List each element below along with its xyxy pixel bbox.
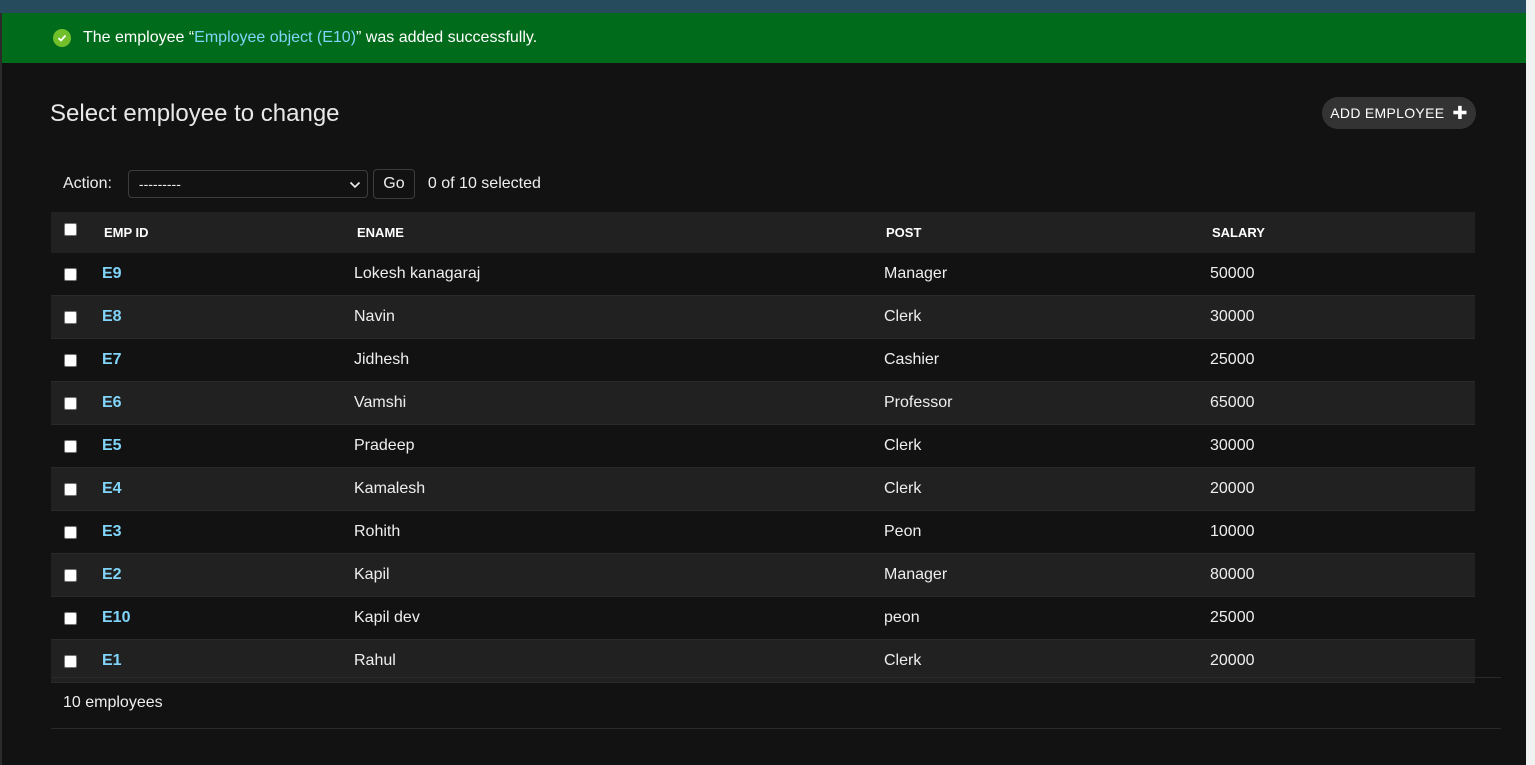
salary-cell: 30000 xyxy=(1210,308,1255,325)
column-header-emp-id[interactable]: EMP ID xyxy=(104,212,149,253)
row-checkbox[interactable] xyxy=(64,439,77,453)
salary-cell: 65000 xyxy=(1210,394,1255,411)
table-header-row: EMP ID ENAME POST SALARY xyxy=(51,212,1475,253)
emp-id-link[interactable]: E2 xyxy=(102,554,122,596)
emp-id-link[interactable]: E1 xyxy=(102,640,122,682)
go-button[interactable]: Go xyxy=(372,169,415,199)
column-header-ename[interactable]: ENAME xyxy=(357,212,404,253)
ename-cell: Navin xyxy=(354,308,395,325)
result-count: 10 employees xyxy=(63,694,163,711)
emp-id-link[interactable]: E8 xyxy=(102,296,122,338)
table-row: E6 Vamshi Professor 65000 xyxy=(51,382,1475,425)
salary-cell: 25000 xyxy=(1210,351,1255,368)
post-cell: peon xyxy=(884,609,920,626)
check-circle-icon xyxy=(53,29,71,47)
post-cell: Professor xyxy=(884,394,953,411)
post-cell: Clerk xyxy=(884,437,922,454)
salary-cell: 30000 xyxy=(1210,437,1255,454)
row-checkbox[interactable] xyxy=(64,525,77,539)
message-prefix: The employee “ xyxy=(83,29,195,46)
row-checkbox[interactable] xyxy=(64,353,77,367)
salary-cell: 20000 xyxy=(1210,480,1255,497)
paginator: 10 employees xyxy=(51,677,1501,729)
add-employee-label: ADD EMPLOYEE xyxy=(1330,105,1445,121)
top-header-bar xyxy=(0,0,1535,13)
ename-cell: Rahul xyxy=(354,652,396,669)
message-suffix: ” was added successfully. xyxy=(356,29,538,46)
table-row: E3 Rohith Peon 10000 xyxy=(51,511,1475,554)
post-cell: Clerk xyxy=(884,480,922,497)
row-checkbox[interactable] xyxy=(64,267,77,281)
emp-id-link[interactable]: E6 xyxy=(102,382,122,424)
action-select[interactable]: --------- xyxy=(127,170,368,198)
added-object-link[interactable]: Employee object (E10) xyxy=(194,29,356,47)
chevron-down-icon xyxy=(349,176,361,192)
emp-id-link[interactable]: E4 xyxy=(102,468,122,510)
emp-id-link[interactable]: E10 xyxy=(102,597,130,639)
result-table: EMP ID ENAME POST SALARY E9 Lokesh kanag… xyxy=(51,212,1475,683)
salary-cell: 80000 xyxy=(1210,566,1255,583)
salary-cell: 20000 xyxy=(1210,652,1255,669)
selected-count: 0 of 10 selected xyxy=(427,175,541,192)
ename-cell: Rohith xyxy=(354,523,401,540)
ename-cell: Kapil xyxy=(354,566,390,583)
add-employee-button[interactable]: ADD EMPLOYEE ✚ xyxy=(1322,97,1476,129)
emp-id-link[interactable]: E9 xyxy=(102,253,122,295)
table-row: E4 Kamalesh Clerk 20000 xyxy=(51,468,1475,511)
post-cell: Clerk xyxy=(884,652,922,669)
table-row: E5 Pradeep Clerk 30000 xyxy=(51,425,1475,468)
ename-cell: Pradeep xyxy=(354,437,415,454)
table-row: E9 Lokesh kanagaraj Manager 50000 xyxy=(51,253,1475,296)
ename-cell: Jidhesh xyxy=(354,351,410,368)
emp-id-link[interactable]: E5 xyxy=(102,425,122,467)
ename-cell: Lokesh kanagaraj xyxy=(354,265,481,282)
row-checkbox[interactable] xyxy=(64,482,77,496)
post-cell: Clerk xyxy=(884,308,922,325)
ename-cell: Vamshi xyxy=(354,394,407,411)
table-row: E8 Navin Clerk 30000 xyxy=(51,296,1475,339)
row-checkbox[interactable] xyxy=(64,310,77,324)
emp-id-link[interactable]: E3 xyxy=(102,511,122,553)
row-checkbox[interactable] xyxy=(64,611,77,625)
post-cell: Peon xyxy=(884,523,922,540)
select-all-checkbox[interactable] xyxy=(64,223,77,236)
success-message: The employee “Employee object (E10)” was… xyxy=(2,13,1526,63)
post-cell: Manager xyxy=(884,265,948,282)
table-row: E2 Kapil Manager 80000 xyxy=(51,554,1475,597)
column-header-salary[interactable]: SALARY xyxy=(1212,212,1265,253)
left-border xyxy=(0,13,2,765)
ename-cell: Kapil dev xyxy=(354,609,420,626)
post-cell: Cashier xyxy=(884,351,940,368)
page-title: Select employee to change xyxy=(50,100,340,127)
select-all-checkbox-cell xyxy=(64,212,77,253)
post-cell: Manager xyxy=(884,566,948,583)
ename-cell: Kamalesh xyxy=(354,480,426,497)
scrollbar[interactable] xyxy=(1526,0,1535,765)
plus-icon: ✚ xyxy=(1452,103,1468,123)
salary-cell: 10000 xyxy=(1210,523,1255,540)
row-checkbox[interactable] xyxy=(64,654,77,668)
table-row: E7 Jidhesh Cashier 25000 xyxy=(51,339,1475,382)
action-label: Action: xyxy=(63,175,112,192)
salary-cell: 25000 xyxy=(1210,609,1255,626)
salary-cell: 50000 xyxy=(1210,265,1255,282)
column-header-post[interactable]: POST xyxy=(886,212,921,253)
row-checkbox[interactable] xyxy=(64,568,77,582)
actions-bar: Action: --------- Go 0 of 10 selected xyxy=(51,168,1475,200)
emp-id-link[interactable]: E7 xyxy=(102,339,122,381)
table-row: E10 Kapil dev peon 25000 xyxy=(51,597,1475,640)
row-checkbox[interactable] xyxy=(64,396,77,410)
action-select-value: --------- xyxy=(138,176,181,192)
